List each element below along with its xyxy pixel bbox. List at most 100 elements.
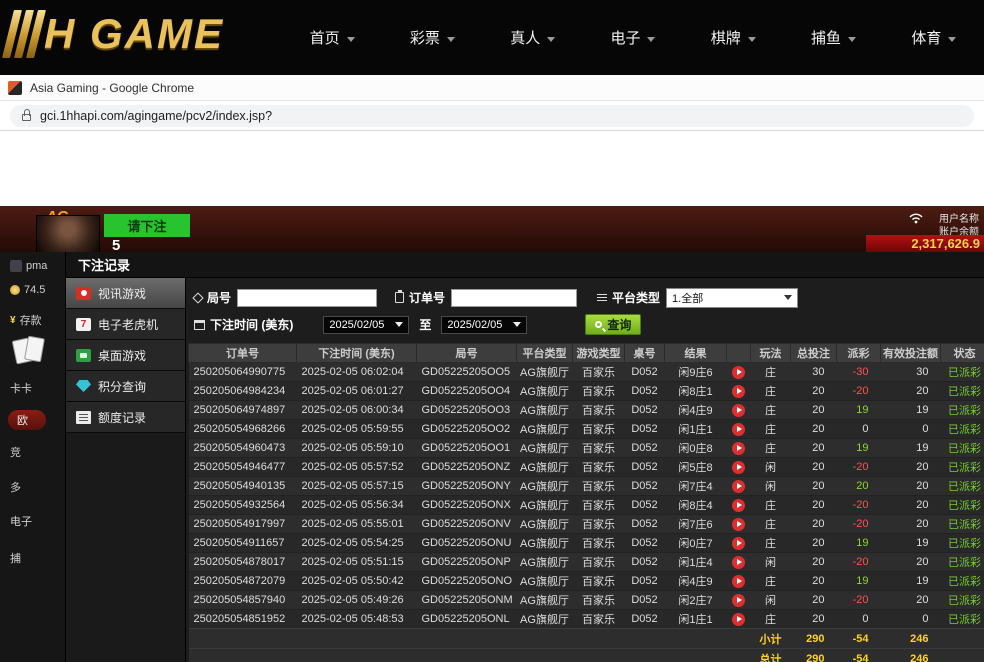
col-header-0: 订单号 (189, 344, 297, 363)
table-row: 2502050548780172025-02-05 05:51:15GD0522… (189, 553, 984, 572)
to-label: 至 (419, 316, 431, 333)
chevron-down-icon (784, 295, 792, 300)
date-to-picker[interactable]: 2025/02/05 (441, 316, 527, 334)
browser-window: Asia Gaming - Google Chrome gci.1hhapi.c… (0, 75, 984, 587)
url-text: gci.1hhapi.com/agingame/pcv2/index.jsp? (40, 109, 272, 123)
balance-value: 2,317,626.9 (911, 236, 980, 251)
wifi-icon (908, 211, 924, 229)
replay-icon[interactable] (732, 518, 745, 531)
clipboard-icon (395, 292, 404, 303)
replay-icon[interactable] (732, 499, 745, 512)
chevron-down-icon (647, 37, 655, 42)
site-logo[interactable]: H GAME (8, 10, 224, 58)
menu-item-0[interactable]: 视讯游戏 (66, 278, 185, 309)
ag-favicon-icon (8, 81, 22, 95)
col-header-9: 总投注 (791, 344, 837, 363)
replay-icon[interactable] (732, 537, 745, 550)
table-header-row: 订单号下注时间 (美东)局号平台类型游戏类型桌号结果玩法总投注派彩有效投注额状态 (189, 344, 984, 363)
browser-titlebar[interactable]: Asia Gaming - Google Chrome (0, 75, 984, 101)
col-header-7 (727, 344, 751, 363)
lobby-fragment-1: 74.5 (10, 284, 45, 296)
bet-prompt: 请下注 (104, 214, 190, 237)
diamond-outline-icon (192, 292, 203, 303)
chevron-down-icon (395, 322, 403, 327)
replay-icon[interactable] (732, 385, 745, 398)
replay-icon[interactable] (732, 423, 745, 436)
ledger-icon (76, 411, 91, 424)
replay-icon[interactable] (732, 404, 745, 417)
replay-icon[interactable] (732, 442, 745, 455)
nav-item-3[interactable]: 电子 (610, 27, 655, 48)
menu-item-3[interactable]: 积分查询 (66, 371, 185, 402)
site-header: H GAME 首页 彩票 真人 电子 棋牌 捕鱼 体育 (0, 0, 984, 75)
time-filter-label: 下注时间 (美东) (194, 316, 293, 333)
chevron-down-icon (547, 37, 555, 42)
site-nav: 首页 彩票 真人 电子 棋牌 捕鱼 体育 (282, 0, 984, 75)
panel-menu: 视讯游戏电子老虎机桌面游戏积分查询额度记录 (66, 278, 186, 662)
nav-item-0[interactable]: 首页 (310, 27, 355, 48)
lobby-fragment-4: 欧 (8, 410, 46, 430)
search-button[interactable]: 查询 (585, 314, 641, 335)
col-header-6: 结果 (665, 344, 727, 363)
magnifier-icon (595, 321, 602, 328)
replay-icon[interactable] (732, 594, 745, 607)
calendar-icon (194, 320, 205, 330)
chevron-down-icon (447, 37, 455, 42)
table-row: 2502050549116572025-02-05 05:54:25GD0522… (189, 534, 984, 553)
table-body: 2502050649907752025-02-05 06:02:04GD0522… (189, 363, 984, 662)
table-row: 2502050548579402025-02-05 05:49:26GD0522… (189, 591, 984, 610)
window-title: Asia Gaming - Google Chrome (30, 81, 194, 95)
lobby-fragment-0: pma (10, 260, 47, 272)
table-row: 2502050549682662025-02-05 05:59:55GD0522… (189, 420, 984, 439)
platform-select[interactable]: 1.全部 (666, 288, 798, 308)
replay-icon[interactable] (732, 613, 745, 626)
col-header-10: 派彩 (837, 344, 881, 363)
dealer-photo (36, 215, 100, 255)
lobby-fragment-6: 多 (10, 479, 21, 495)
nav-item-6[interactable]: 体育 (911, 27, 956, 48)
date-from-picker[interactable]: 2025/02/05 (323, 316, 409, 334)
menu-item-4[interactable]: 额度记录 (66, 402, 185, 433)
balance-banner: 2,317,626.9 (866, 235, 984, 252)
lobby-fragment-8: 捕 (10, 550, 21, 566)
table-row: 2502050649748972025-02-05 06:00:34GD0522… (189, 401, 984, 420)
chevron-down-icon (513, 322, 521, 327)
table-row: 2502050549604732025-02-05 05:59:10GD0522… (189, 439, 984, 458)
table-row: 2502050548519522025-02-05 05:48:53GD0522… (189, 610, 984, 629)
menu-item-1[interactable]: 电子老虎机 (66, 309, 185, 340)
replay-icon[interactable] (732, 461, 745, 474)
lobby-fragment-2: 存款 (10, 312, 42, 328)
table-row: 2502050649842342025-02-05 06:01:27GD0522… (189, 382, 984, 401)
table-row: 2502050549179972025-02-05 05:55:01GD0522… (189, 515, 984, 534)
chevron-down-icon (948, 37, 956, 42)
list-icon (597, 294, 607, 295)
lobby-fragment-7: 电子 (10, 513, 32, 529)
replay-icon[interactable] (732, 575, 745, 588)
replay-icon[interactable] (732, 480, 745, 493)
nav-item-2[interactable]: 真人 (510, 27, 555, 48)
filters: 局号 订单号 (188, 283, 982, 343)
playing-cards-icon (12, 334, 48, 366)
logo-bars-icon (2, 10, 46, 58)
round-input[interactable] (237, 289, 377, 307)
nav-item-5[interactable]: 捕鱼 (811, 27, 856, 48)
panel-title: 下注记录 (66, 252, 984, 278)
menu-item-2[interactable]: 桌面游戏 (66, 340, 185, 371)
replay-icon[interactable] (732, 556, 745, 569)
video-camera-icon (76, 287, 91, 300)
chevron-down-icon (848, 37, 856, 42)
lobby-fragment-3: 卡卡 (10, 380, 32, 396)
nav-item-1[interactable]: 彩票 (410, 27, 455, 48)
browser-toolbar: gci.1hhapi.com/agingame/pcv2/index.jsp? (0, 101, 984, 131)
replay-icon[interactable] (732, 366, 745, 379)
order-input[interactable] (451, 289, 577, 307)
lock-icon[interactable] (22, 114, 31, 121)
col-header-8: 玩法 (751, 344, 791, 363)
table-game-icon (76, 349, 91, 362)
nav-item-4[interactable]: 棋牌 (711, 27, 756, 48)
col-header-1: 下注时间 (美东) (297, 344, 417, 363)
col-header-5: 桌号 (625, 344, 665, 363)
address-bar[interactable]: gci.1hhapi.com/agingame/pcv2/index.jsp? (10, 105, 974, 127)
col-header-3: 平台类型 (517, 344, 573, 363)
col-header-11: 有效投注额 (881, 344, 941, 363)
